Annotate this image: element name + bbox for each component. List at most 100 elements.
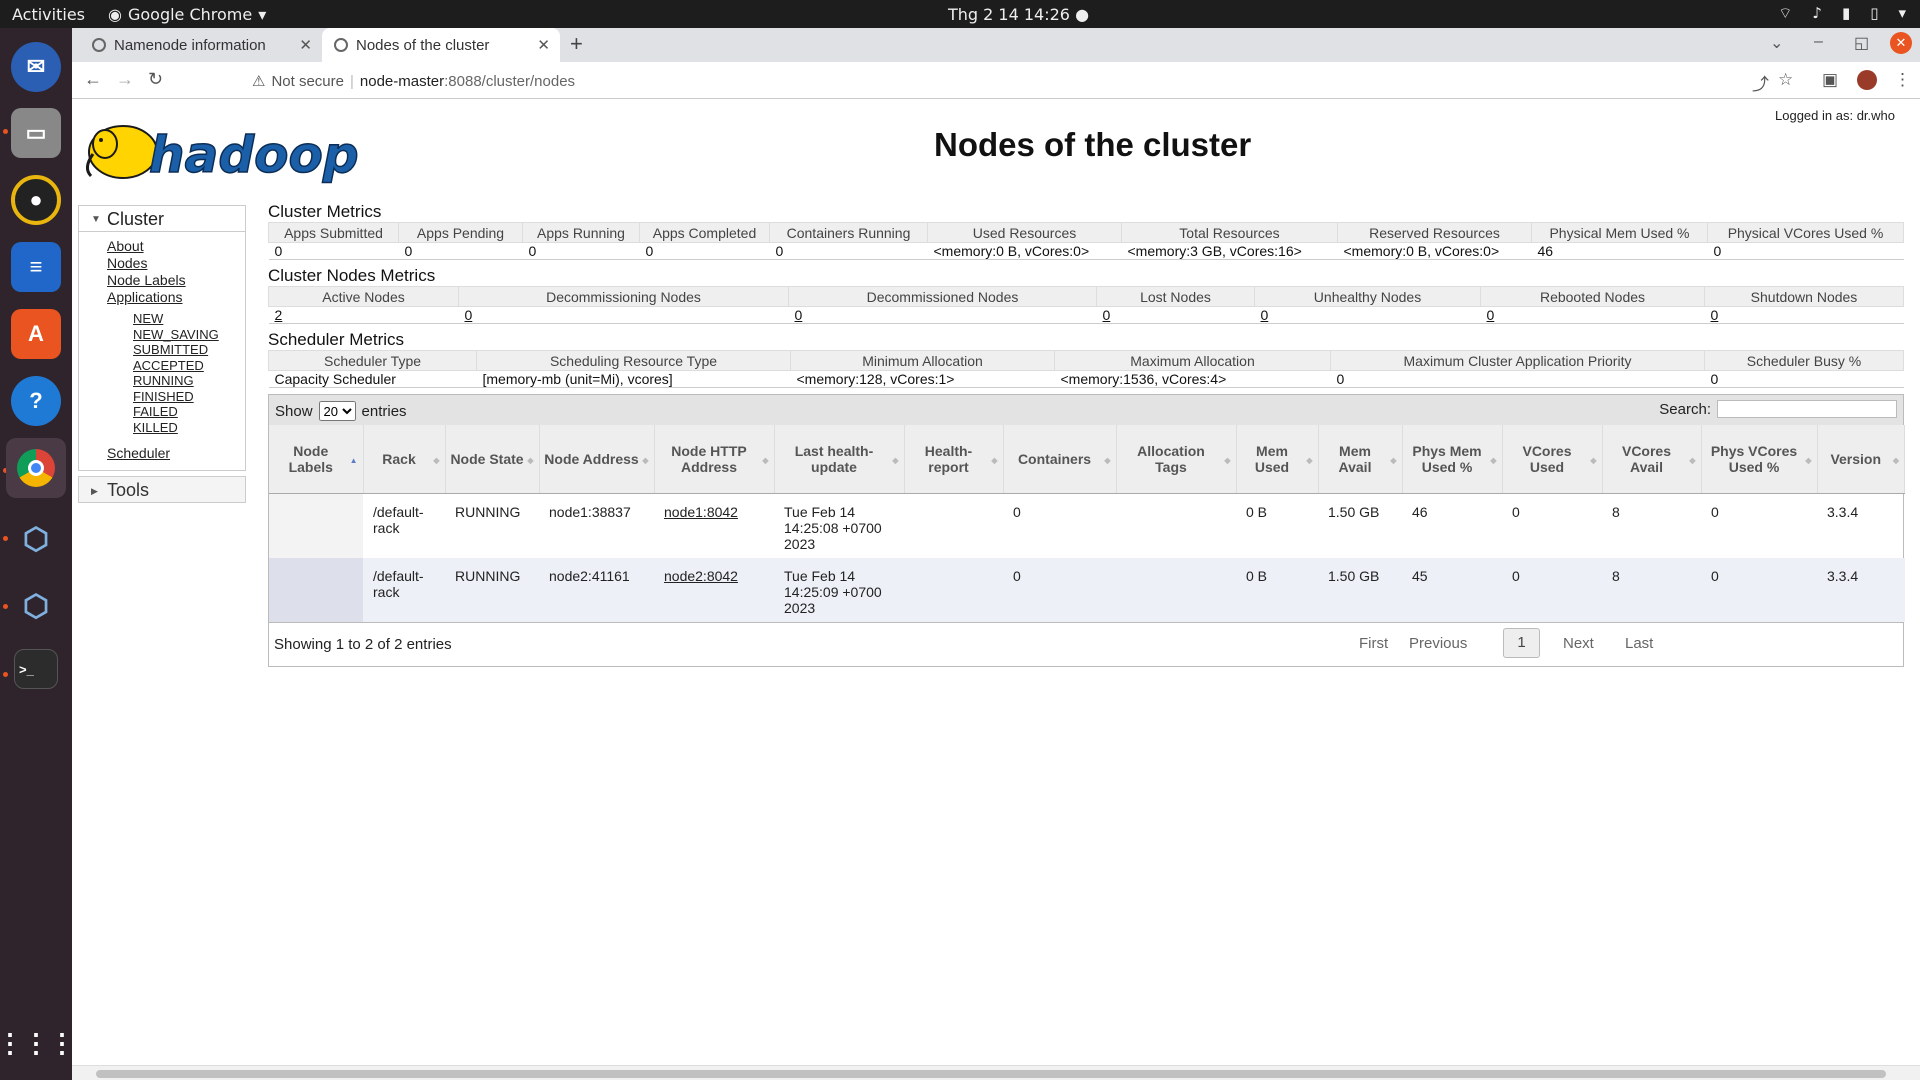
tab-search-icon[interactable]: ⌄	[1770, 33, 1783, 53]
nav-app-running[interactable]: RUNNING	[107, 373, 245, 389]
horizontal-scrollbar[interactable]	[72, 1065, 1920, 1080]
nav-node-labels[interactable]: Node Labels	[107, 272, 245, 289]
metric-header: Maximum Cluster Application Priority	[1330, 350, 1705, 371]
nav-app-new-saving[interactable]: NEW_SAVING	[107, 327, 245, 343]
decommissioned-nodes-link[interactable]: 0	[795, 307, 803, 323]
col-rack[interactable]: Rack ◆	[363, 425, 446, 494]
nav-app-submitted[interactable]: SUBMITTED	[107, 342, 245, 358]
new-tab-button[interactable]: +	[570, 31, 583, 57]
mic-icon: ▮	[1841, 4, 1851, 22]
pagination-next[interactable]: Next	[1563, 635, 1594, 652]
cell-node-labels	[269, 493, 363, 558]
software-center-icon[interactable]: A	[11, 309, 61, 359]
back-button[interactable]: ←	[84, 69, 102, 90]
pagination-current-page[interactable]: 1	[1503, 627, 1540, 658]
reload-button[interactable]: ↻	[148, 69, 163, 90]
close-tab-icon[interactable]: ✕	[299, 36, 312, 54]
profile-avatar[interactable]	[1857, 70, 1877, 90]
close-tab-icon[interactable]: ✕	[537, 36, 550, 54]
cell-health-update: Tue Feb 14 14:25:09 +0700 2023	[774, 557, 904, 622]
close-window-button[interactable]: ✕	[1890, 32, 1912, 54]
decommissioning-nodes-link[interactable]: 0	[465, 307, 473, 323]
col-vcores-used[interactable]: VCores Used ◆	[1502, 425, 1603, 494]
shutdown-nodes-link[interactable]: 0	[1711, 307, 1719, 323]
col-version[interactable]: Version ◆	[1817, 425, 1905, 494]
side-panel-icon[interactable]: ▣	[1822, 70, 1838, 90]
nav-app-accepted[interactable]: ACCEPTED	[107, 358, 245, 374]
nav-about[interactable]: About	[107, 238, 245, 255]
volume-icon: ♪	[1812, 4, 1822, 22]
system-tray[interactable]: ⌔ ♪ ▮ ▯ ▾	[1778, 4, 1906, 23]
pagination-previous[interactable]: Previous	[1409, 635, 1467, 652]
terminal-icon[interactable]: >_	[14, 649, 58, 689]
pagination-first[interactable]: First	[1359, 635, 1388, 652]
forward-button[interactable]: →	[116, 69, 134, 90]
chrome-dock-icon[interactable]	[6, 438, 66, 498]
clock[interactable]: Thg 2 14 14:26 ●	[948, 5, 1089, 24]
col-last-health-update[interactable]: Last health-update ◆	[774, 425, 905, 494]
rebooted-nodes-link[interactable]: 0	[1487, 307, 1495, 323]
cell-state: RUNNING	[455, 503, 521, 520]
rhythmbox-icon[interactable]: ●	[11, 175, 61, 225]
writer-icon[interactable]: ≡	[11, 242, 61, 292]
node-http-link[interactable]: node2:8042	[664, 568, 738, 584]
metric-value: [memory-mb (unit=Mi), vcores]	[476, 370, 791, 388]
thunderbird-icon[interactable]: ✉	[11, 42, 61, 92]
node-http-link[interactable]: node1:8042	[664, 504, 738, 520]
col-vcores-avail[interactable]: VCores Avail ◆	[1602, 425, 1702, 494]
app-menu[interactable]: ◉ Google Chrome ▾	[108, 5, 266, 24]
col-containers[interactable]: Containers ◆	[1003, 425, 1117, 494]
share-icon[interactable]: ⤴	[1752, 70, 1769, 95]
lost-nodes-link[interactable]: 0	[1103, 307, 1111, 323]
app-grid-icon[interactable]: ⋮⋮⋮	[0, 1018, 75, 1068]
virtualbox-icon[interactable]: ⬡	[11, 514, 61, 564]
col-node-http-address[interactable]: Node HTTP Address ◆	[654, 425, 775, 494]
omnibox[interactable]: ⚠ Not secure | node-master:8088/cluster/…	[252, 72, 576, 91]
restore-button[interactable]: ◱	[1854, 33, 1869, 53]
sort-icon: ◆	[1490, 456, 1497, 465]
col-phys-vcores-used[interactable]: Phys VCores Used % ◆	[1701, 425, 1818, 494]
nav-applications[interactable]: Applications	[107, 289, 245, 306]
hadoop-logo[interactable]: hadoop	[81, 110, 381, 190]
tab-nodes[interactable]: Nodes of the cluster ✕	[322, 28, 560, 62]
col-allocation-tags[interactable]: Allocation Tags ◆	[1116, 425, 1237, 494]
nav-app-finished[interactable]: FINISHED	[107, 389, 245, 405]
sort-icon: ◆	[527, 456, 534, 465]
col-phys-mem-used[interactable]: Phys Mem Used % ◆	[1402, 425, 1503, 494]
col-node-address[interactable]: Node Address ◆	[539, 425, 655, 494]
tab-namenode[interactable]: Namenode information ✕	[80, 28, 322, 62]
pagination-last[interactable]: Last	[1625, 635, 1653, 652]
col-node-state[interactable]: Node State ◆	[445, 425, 540, 494]
page-size-select[interactable]: 20	[318, 401, 356, 421]
search-input[interactable]	[1717, 400, 1897, 418]
activities-button[interactable]: Activities	[12, 5, 85, 24]
files-icon[interactable]: ▭	[11, 108, 61, 158]
sort-icon: ◆	[892, 456, 899, 465]
running-indicator	[3, 672, 8, 677]
nav-app-failed[interactable]: FAILED	[107, 404, 245, 420]
cell-vcores-used: 0	[1502, 557, 1602, 622]
minimize-button[interactable]: –	[1814, 33, 1823, 51]
nav-app-new[interactable]: NEW	[107, 311, 245, 327]
virtualbox-icon-2[interactable]: ⬡	[11, 581, 61, 631]
nav-scheduler[interactable]: Scheduler	[107, 445, 245, 462]
col-mem-used[interactable]: Mem Used ◆	[1236, 425, 1319, 494]
col-node-labels[interactable]: Node Labels ▲	[269, 425, 364, 494]
nav-app-killed[interactable]: KILLED	[107, 420, 245, 436]
col-health-report[interactable]: Health-report ◆	[904, 425, 1004, 494]
menu-kebab-icon[interactable]: ⋮	[1894, 70, 1911, 90]
bookmark-star-icon[interactable]: ☆	[1778, 70, 1793, 90]
cell-rack: /default-rack	[363, 557, 445, 622]
cluster-header[interactable]: ▼ Cluster	[79, 206, 245, 232]
unhealthy-nodes-link[interactable]: 0	[1261, 307, 1269, 323]
metric-header: Physical Mem Used %	[1531, 222, 1708, 243]
tools-header[interactable]: ▶ Tools	[78, 476, 246, 503]
metric-header: Physical VCores Used %	[1707, 222, 1904, 243]
cell-tags	[1116, 493, 1236, 558]
active-nodes-link[interactable]: 2	[275, 307, 283, 323]
url-path: :8088/cluster/nodes	[444, 72, 576, 90]
nav-nodes[interactable]: Nodes	[107, 255, 245, 272]
col-mem-avail[interactable]: Mem Avail ◆	[1318, 425, 1403, 494]
help-icon[interactable]: ?	[11, 376, 61, 426]
scrollbar-thumb[interactable]	[96, 1070, 1886, 1078]
